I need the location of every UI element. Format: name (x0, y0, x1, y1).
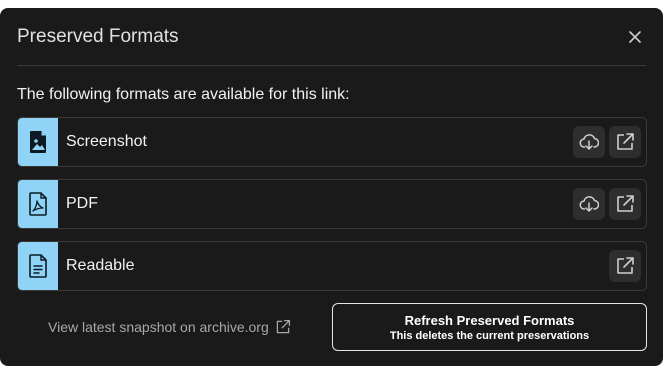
open-external-button[interactable] (609, 250, 641, 282)
download-icon (579, 196, 599, 212)
format-label: Readable (66, 257, 135, 274)
refresh-button-sublabel: This deletes the current preservations (389, 329, 590, 342)
format-icon-tile (18, 180, 58, 228)
dialog-header: Preserved Formats (0, 8, 663, 66)
dialog-title: Preserved Formats (17, 26, 179, 47)
preserved-formats-dialog: Preserved Formats The following formats … (0, 8, 663, 366)
open-external-icon (276, 319, 290, 334)
close-icon (629, 31, 641, 43)
format-row-screenshot: Screenshot (17, 117, 647, 167)
pdf-file-icon (29, 192, 47, 216)
format-row-pdf: PDF (17, 179, 647, 229)
intro-text: The following formats are available for … (17, 86, 350, 103)
close-button[interactable] (624, 26, 646, 48)
open-external-icon (617, 195, 634, 212)
archive-org-link[interactable]: View latest snapshot on archive.org (48, 319, 291, 335)
text-file-icon (29, 254, 47, 278)
format-label: PDF (66, 195, 98, 212)
format-icon-tile (18, 242, 58, 290)
open-external-icon (617, 257, 634, 274)
download-icon (579, 134, 599, 150)
image-file-icon (30, 131, 46, 153)
download-button[interactable] (573, 126, 605, 158)
download-button[interactable] (573, 188, 605, 220)
format-label: Screenshot (66, 133, 147, 150)
open-external-button[interactable] (609, 126, 641, 158)
format-icon-tile (18, 118, 58, 166)
open-external-button[interactable] (609, 188, 641, 220)
archive-link-label: View latest snapshot on archive.org (48, 319, 269, 335)
format-row-readable: Readable (17, 241, 647, 291)
header-divider (17, 65, 646, 66)
refresh-button-label: Refresh Preserved Formats (404, 312, 575, 328)
refresh-preserved-formats-button[interactable]: Refresh Preserved Formats This deletes t… (332, 303, 647, 351)
open-external-icon (617, 133, 634, 150)
